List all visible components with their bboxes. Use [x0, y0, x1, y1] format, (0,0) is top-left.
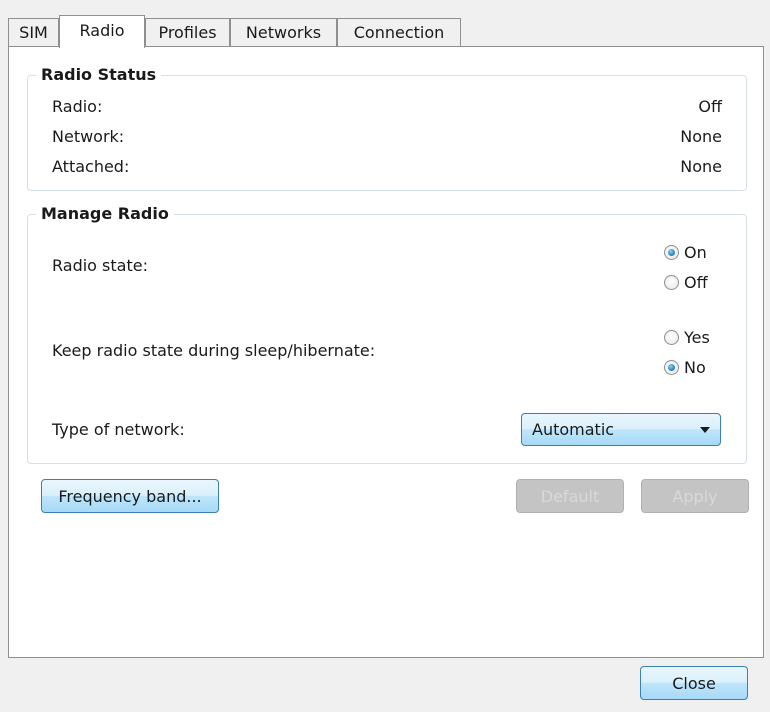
radio-state-off[interactable]: Off [664, 270, 708, 294]
status-row-attached: Attached: None [52, 154, 722, 178]
radio-button-checked-icon [664, 244, 679, 260]
status-label-attached: Attached: [52, 156, 130, 176]
radio-tab-panel: Radio Status Radio: Off Network: None At… [8, 46, 764, 658]
keep-state-no[interactable]: No [664, 355, 706, 379]
chevron-down-icon [700, 426, 710, 433]
radio-button-icon [664, 329, 679, 345]
tab-radio[interactable]: Radio [59, 15, 145, 48]
network-type-value: Automatic [532, 420, 615, 439]
radio-state-label: Radio state: [52, 256, 148, 275]
radio-state-on[interactable]: On [664, 240, 707, 264]
tab-sim[interactable]: SIM [8, 18, 59, 47]
radio-button-icon [664, 274, 679, 290]
radio-state-off-label: Off [684, 272, 708, 292]
network-type-select[interactable]: Automatic [521, 413, 721, 446]
status-value-attached: None [680, 156, 722, 176]
frequency-band-button[interactable]: Frequency band... [41, 479, 219, 513]
status-row-network: Network: None [52, 124, 722, 148]
keep-state-yes[interactable]: Yes [664, 325, 710, 349]
tab-connection[interactable]: Connection [337, 18, 461, 47]
close-button[interactable]: Close [640, 666, 748, 700]
tab-networks[interactable]: Networks [230, 18, 337, 47]
keep-state-yes-label: Yes [684, 327, 710, 347]
keep-state-label: Keep radio state during sleep/hibernate: [52, 341, 376, 360]
status-label-radio: Radio: [52, 96, 103, 116]
status-value-radio: Off [698, 96, 722, 116]
radio-button-checked-icon [664, 359, 679, 375]
status-row-radio: Radio: Off [52, 94, 722, 118]
apply-button[interactable]: Apply [641, 479, 749, 513]
radio-status-title: Radio Status [36, 64, 162, 86]
default-button[interactable]: Default [516, 479, 624, 513]
status-value-network: None [680, 126, 722, 146]
status-label-network: Network: [52, 126, 125, 146]
network-type-label: Type of network: [52, 420, 185, 439]
keep-state-no-label: No [684, 357, 706, 377]
radio-status-group: Radio Status Radio: Off Network: None At… [27, 64, 747, 191]
radio-state-on-label: On [684, 242, 707, 262]
tab-profiles[interactable]: Profiles [145, 18, 230, 47]
manage-radio-title: Manage Radio [36, 203, 174, 225]
